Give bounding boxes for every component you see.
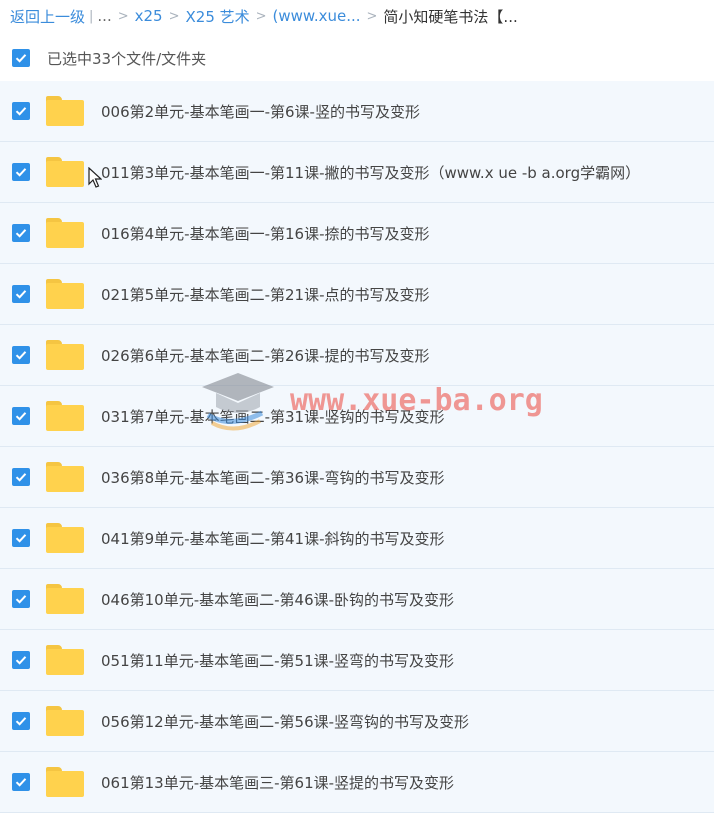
file-row[interactable]: 046第10单元-基本笔画二-第46课-卧钩的书写及变形 — [0, 569, 714, 630]
selection-count: 已选中33个文件/文件夹 — [47, 49, 207, 68]
select-all-checkbox[interactable] — [12, 49, 30, 67]
back-link[interactable]: 返回上一级 — [10, 6, 85, 27]
row-checkbox[interactable] — [12, 773, 30, 791]
row-checkbox[interactable] — [12, 163, 30, 181]
file-row[interactable]: 041第9单元-基本笔画二-第41课-斜钩的书写及变形 — [0, 508, 714, 569]
check-icon — [15, 229, 27, 238]
breadcrumb: 返回上一级 | ... > x25 > X25 艺术 > (www.xue...… — [0, 0, 714, 32]
file-list: 006第2单元-基本笔画一-第6课-竖的书写及变形 011第3单元-基本笔画一-第… — [0, 81, 714, 813]
folder-icon — [46, 401, 84, 431]
file-row[interactable]: 021第5单元-基本笔画二-第21课-点的书写及变形 — [0, 264, 714, 325]
file-row[interactable]: 006第2单元-基本笔画一-第6课-竖的书写及变形 — [0, 81, 714, 142]
file-name[interactable]: 041第9单元-基本笔画二-第41课-斜钩的书写及变形 — [101, 528, 445, 549]
row-checkbox[interactable] — [12, 590, 30, 608]
chevron-right-icon: > — [255, 8, 267, 24]
check-icon — [15, 778, 27, 787]
row-checkbox[interactable] — [12, 224, 30, 242]
folder-icon — [46, 584, 84, 614]
breadcrumb-current: 简小知硬笔书法【... — [383, 7, 518, 26]
file-name[interactable]: 011第3单元-基本笔画一-第11课-撇的书写及变形（www.x ue -b a… — [101, 162, 640, 183]
folder-icon — [46, 523, 84, 553]
check-icon — [15, 595, 27, 604]
check-icon — [15, 656, 27, 665]
selection-bar: 已选中33个文件/文件夹 — [0, 38, 714, 78]
check-icon — [15, 107, 27, 116]
check-icon — [15, 290, 27, 299]
file-name[interactable]: 031第7单元-基本笔画二-第31课-竖钩的书写及变形 — [101, 406, 445, 427]
file-name[interactable]: 016第4单元-基本笔画一-第16课-捺的书写及变形 — [101, 223, 430, 244]
row-checkbox[interactable] — [12, 712, 30, 730]
row-checkbox[interactable] — [12, 285, 30, 303]
folder-icon — [46, 462, 84, 492]
chevron-right-icon: > — [168, 8, 180, 24]
mouse-cursor-icon — [88, 167, 102, 188]
row-checkbox[interactable] — [12, 468, 30, 486]
folder-icon — [46, 767, 84, 797]
chevron-right-icon: > — [366, 8, 378, 24]
folder-icon — [46, 96, 84, 126]
row-checkbox[interactable] — [12, 346, 30, 364]
check-icon — [15, 54, 27, 63]
breadcrumb-item-art[interactable]: X25 艺术 — [186, 6, 250, 27]
file-row[interactable]: 036第8单元-基本笔画二-第36课-弯钩的书写及变形 — [0, 447, 714, 508]
row-checkbox[interactable] — [12, 651, 30, 669]
file-row[interactable]: 011第3单元-基本笔画一-第11课-撇的书写及变形（www.x ue -b a… — [0, 142, 714, 203]
file-name[interactable]: 056第12单元-基本笔画二-第56课-竖弯钩的书写及变形 — [101, 711, 469, 732]
breadcrumb-item-xueba[interactable]: (www.xue... — [273, 7, 361, 25]
file-row[interactable]: 051第11单元-基本笔画二-第51课-竖弯的书写及变形 — [0, 630, 714, 691]
row-checkbox[interactable] — [12, 407, 30, 425]
check-icon — [15, 473, 27, 482]
breadcrumb-separator: | — [89, 8, 94, 24]
check-icon — [15, 351, 27, 360]
file-name[interactable]: 006第2单元-基本笔画一-第6课-竖的书写及变形 — [101, 101, 420, 122]
file-name[interactable]: 026第6单元-基本笔画二-第26课-提的书写及变形 — [101, 345, 430, 366]
file-name[interactable]: 061第13单元-基本笔画三-第61课-竖提的书写及变形 — [101, 772, 454, 793]
file-name[interactable]: 036第8单元-基本笔画二-第36课-弯钩的书写及变形 — [101, 467, 445, 488]
folder-icon — [46, 157, 84, 187]
chevron-right-icon: > — [117, 8, 129, 24]
row-checkbox[interactable] — [12, 529, 30, 547]
file-name[interactable]: 021第5单元-基本笔画二-第21课-点的书写及变形 — [101, 284, 430, 305]
check-icon — [15, 412, 27, 421]
check-icon — [15, 534, 27, 543]
folder-icon — [46, 218, 84, 248]
check-icon — [15, 717, 27, 726]
file-name[interactable]: 046第10单元-基本笔画二-第46课-卧钩的书写及变形 — [101, 589, 454, 610]
folder-icon — [46, 340, 84, 370]
file-row[interactable]: 016第4单元-基本笔画一-第16课-捺的书写及变形 — [0, 203, 714, 264]
file-name[interactable]: 051第11单元-基本笔画二-第51课-竖弯的书写及变形 — [101, 650, 454, 671]
file-row[interactable]: 056第12单元-基本笔画二-第56课-竖弯钩的书写及变形 — [0, 691, 714, 752]
check-icon — [15, 168, 27, 177]
folder-icon — [46, 706, 84, 736]
folder-icon — [46, 645, 84, 675]
file-row[interactable]: 031第7单元-基本笔画二-第31课-竖钩的书写及变形 — [0, 386, 714, 447]
file-row[interactable]: 026第6单元-基本笔画二-第26课-提的书写及变形 — [0, 325, 714, 386]
file-row[interactable]: 061第13单元-基本笔画三-第61课-竖提的书写及变形 — [0, 752, 714, 813]
breadcrumb-ellipsis[interactable]: ... — [97, 7, 111, 25]
row-checkbox[interactable] — [12, 102, 30, 120]
breadcrumb-item-x25[interactable]: x25 — [135, 7, 163, 25]
folder-icon — [46, 279, 84, 309]
